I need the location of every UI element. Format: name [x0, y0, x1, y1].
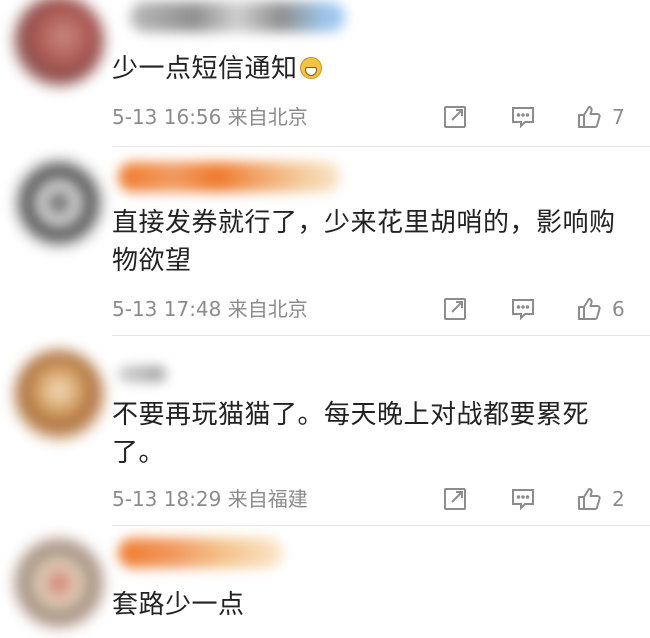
comment-text-content: 少一点短信通知 [112, 54, 298, 84]
comment-date: 5-13 16:56 [112, 105, 222, 129]
share-icon[interactable] [442, 486, 468, 512]
avatar[interactable] [14, 158, 104, 248]
like-icon[interactable] [576, 296, 602, 322]
divider [112, 525, 650, 526]
comment-date: 5-13 18:29 [112, 487, 222, 511]
comment-location: 来自北京 [227, 297, 308, 321]
like-count: 7 [612, 105, 625, 129]
comment-icon[interactable] [510, 486, 536, 512]
comment-item: 直接发券就行了，少来花里胡哨的，影响购物欲望 5-13 17:48 来自北京 6 [0, 150, 650, 338]
share-icon[interactable] [442, 296, 468, 322]
username-blurred[interactable] [130, 2, 345, 32]
comment-location: 来自福建 [227, 487, 308, 511]
share-icon[interactable] [442, 104, 468, 130]
comment-text: 套路少一点 [112, 590, 245, 620]
username-blurred[interactable] [118, 538, 283, 568]
like-icon[interactable] [576, 486, 602, 512]
comment-date-location: 5-13 16:56 来自北京 [112, 102, 308, 132]
avatar[interactable] [14, 538, 104, 628]
comment-icon[interactable] [510, 104, 536, 130]
like-icon[interactable] [576, 104, 602, 130]
comment-date: 5-13 17:48 [112, 297, 222, 321]
comment-item: 套路少一点 [0, 528, 650, 638]
comment-item: 少一点短信通知 5-13 16:56 来自北京 7 [0, 0, 650, 150]
avatar[interactable] [14, 350, 104, 440]
divider [112, 146, 650, 147]
comment-meta: 5-13 17:48 来自北京 6 [112, 294, 632, 324]
comment-meta: 5-13 16:56 来自北京 7 [112, 102, 632, 132]
comment-meta: 5-13 18:29 来自福建 2 [112, 484, 632, 514]
grin-emoji-icon [299, 57, 322, 79]
like-count: 2 [612, 487, 625, 511]
comment-text: 直接发券就行了，少来花里胡哨的，影响购物欲望 [112, 208, 616, 276]
comment-item: 不要再玩猫猫了。每天晚上对战都要累死了。 5-13 18:29 来自福建 2 [0, 338, 650, 528]
comment-text: 少一点短信通知 [112, 50, 637, 88]
avatar[interactable] [14, 0, 104, 86]
comment-text: 不要再玩猫猫了。每天晚上对战都要累死了。 [112, 400, 590, 468]
username-blurred[interactable] [118, 366, 166, 382]
username-blurred[interactable] [118, 162, 340, 192]
comment-date-location: 5-13 18:29 来自福建 [112, 484, 308, 514]
like-count: 6 [612, 297, 625, 321]
comment-icon[interactable] [510, 296, 536, 322]
divider [112, 335, 650, 336]
comment-date-location: 5-13 17:48 来自北京 [112, 294, 308, 324]
comment-location: 来自北京 [227, 105, 308, 129]
